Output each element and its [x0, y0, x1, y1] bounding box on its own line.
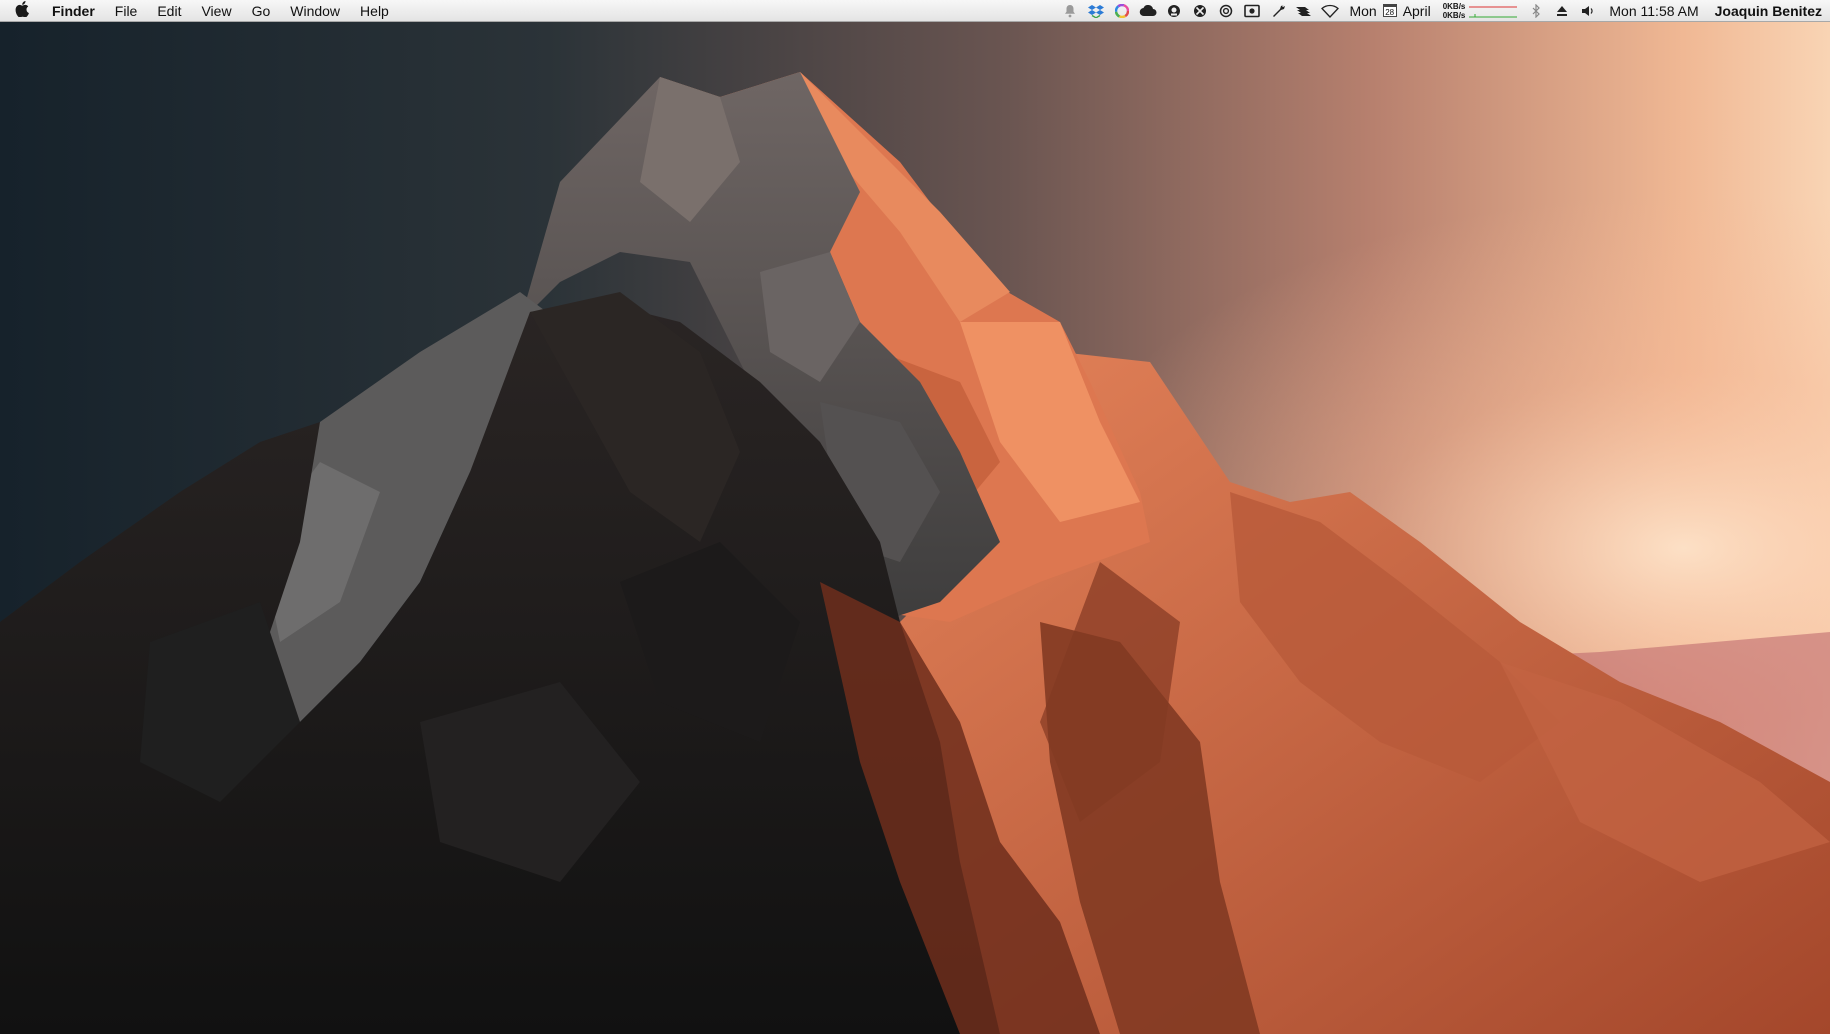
notification-bell-icon[interactable]	[1059, 0, 1081, 22]
eject-icon[interactable]	[1551, 0, 1573, 22]
menu-go[interactable]: Go	[242, 0, 281, 22]
menu-bar: Finder File Edit View Go Window Help Mon…	[0, 0, 1830, 22]
calendar-date-icon: 28	[1382, 4, 1397, 17]
menu-bar-left: Finder File Edit View Go Window Help	[0, 0, 399, 22]
dropbox-icon[interactable]	[1085, 0, 1107, 22]
calendar-month: April	[1402, 2, 1431, 19]
monitor-icon[interactable]	[1163, 0, 1185, 22]
menu-bar-clock[interactable]: Mon 11:58 AM	[1601, 0, 1706, 22]
apple-menu[interactable]	[0, 0, 44, 22]
color-wheel-icon[interactable]	[1111, 0, 1133, 22]
menu-help[interactable]: Help	[350, 0, 399, 22]
network-graph	[1469, 3, 1518, 19]
dock-edge	[780, 1030, 1140, 1034]
network-up-speed: 0KB/s	[1442, 1, 1466, 11]
network-speed-text: 0KB/s 0KB/s	[1443, 2, 1466, 20]
calendar-widget[interactable]: Mon 28 April	[1343, 0, 1436, 22]
stack-icon[interactable]	[1293, 0, 1315, 22]
user-name-menu[interactable]: Joaquin Benitez	[1707, 0, 1826, 22]
menu-window[interactable]: Window	[280, 0, 350, 22]
menu-view[interactable]: View	[191, 0, 241, 22]
apple-logo-icon	[15, 1, 29, 20]
screenshot-icon[interactable]	[1241, 0, 1263, 22]
desktop-wallpaper	[0, 22, 1830, 1034]
menu-app-finder[interactable]: Finder	[44, 0, 105, 22]
network-down-speed: 0KB/s	[1442, 10, 1466, 20]
volume-icon[interactable]	[1577, 0, 1599, 22]
compass-icon[interactable]	[1189, 0, 1211, 22]
clock-icon[interactable]	[1215, 0, 1237, 22]
menu-bar-status-area: Mon 28 April 0KB/s 0KB/s Mon 11:58 AM Jo…	[1057, 0, 1830, 22]
wrench-icon[interactable]	[1267, 0, 1289, 22]
menu-file[interactable]: File	[105, 0, 148, 22]
bluetooth-icon[interactable]	[1525, 0, 1547, 22]
cloud-icon[interactable]	[1137, 0, 1159, 22]
desktop-screen: Finder File Edit View Go Window Help Mon…	[0, 0, 1830, 1034]
network-monitor[interactable]: 0KB/s 0KB/s	[1437, 0, 1524, 22]
calendar-day-name: Mon	[1349, 2, 1377, 19]
wifi-icon[interactable]	[1319, 0, 1341, 22]
menu-edit[interactable]: Edit	[147, 0, 191, 22]
